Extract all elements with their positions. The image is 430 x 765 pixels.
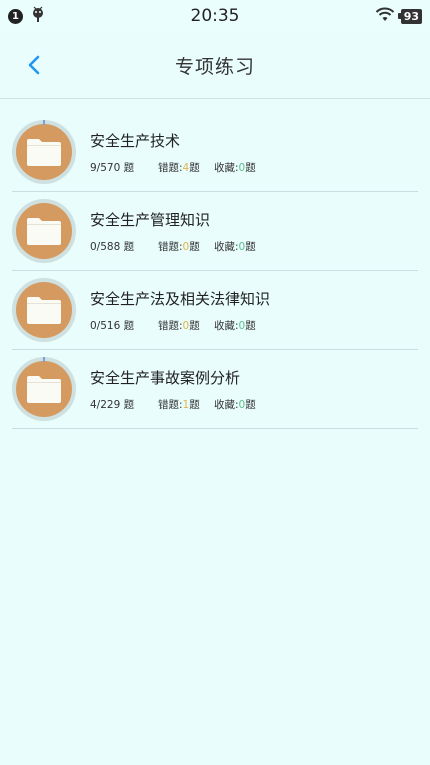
battery-indicator: 93 (397, 8, 422, 24)
item-title: 安全生产法及相关法律知识 (90, 289, 271, 308)
practice-list: 安全生产技术 9/570 题 错题:4题 收藏:0题 安全生产管理知识 0/58… (0, 99, 430, 429)
item-progress: 0/516 题 (90, 319, 135, 332)
status-bar: 1 20:35 93 (0, 0, 430, 32)
avatar (12, 199, 76, 263)
item-progress: 9/570 题 (90, 161, 135, 174)
progress-tick (43, 120, 45, 125)
item-title: 安全生产事故案例分析 (90, 368, 241, 387)
item-progress: 4/229 题 (90, 398, 135, 411)
list-item[interactable]: 安全生产管理知识 0/588 题 错题:0题 收藏:0题 (12, 192, 418, 271)
avatar (12, 278, 76, 342)
item-wrong-count: 错题:4题 (158, 161, 200, 174)
list-item[interactable]: 安全生产法及相关法律知识 0/516 题 错题:0题 收藏:0题 (12, 271, 418, 350)
list-item[interactable]: 安全生产事故案例分析 4/229 题 错题:1题 收藏:0题 (12, 350, 418, 429)
list-item[interactable]: 安全生产技术 9/570 题 错题:4题 收藏:0题 (12, 113, 418, 192)
header: 专项练习 (0, 32, 430, 99)
status-time: 20:35 (190, 6, 240, 26)
item-title: 安全生产技术 (90, 131, 181, 150)
item-favorites-count: 收藏:0题 (214, 161, 256, 174)
folder-icon (27, 139, 61, 166)
item-favorites-count: 收藏:0题 (214, 240, 256, 253)
chevron-left-icon (28, 55, 40, 75)
page-title: 专项练习 (174, 55, 255, 78)
item-title: 安全生产管理知识 (90, 210, 211, 229)
progress-tick (43, 357, 45, 362)
notification-badge: 1 (8, 8, 23, 24)
wifi-icon (375, 6, 395, 26)
avatar (12, 357, 76, 421)
item-wrong-count: 错题:1题 (158, 398, 200, 411)
folder-icon (27, 376, 61, 403)
folder-icon (27, 218, 61, 245)
avatar (12, 120, 76, 184)
android-icon (31, 6, 45, 26)
item-wrong-count: 错题:0题 (158, 240, 200, 253)
item-favorites-count: 收藏:0题 (214, 319, 256, 332)
item-favorites-count: 收藏:0题 (214, 398, 256, 411)
status-left: 1 (8, 6, 45, 26)
back-button[interactable] (22, 51, 46, 79)
item-wrong-count: 错题:0题 (158, 319, 200, 332)
item-progress: 0/588 题 (90, 240, 135, 253)
folder-icon (27, 297, 61, 324)
status-right: 93 (375, 6, 422, 26)
